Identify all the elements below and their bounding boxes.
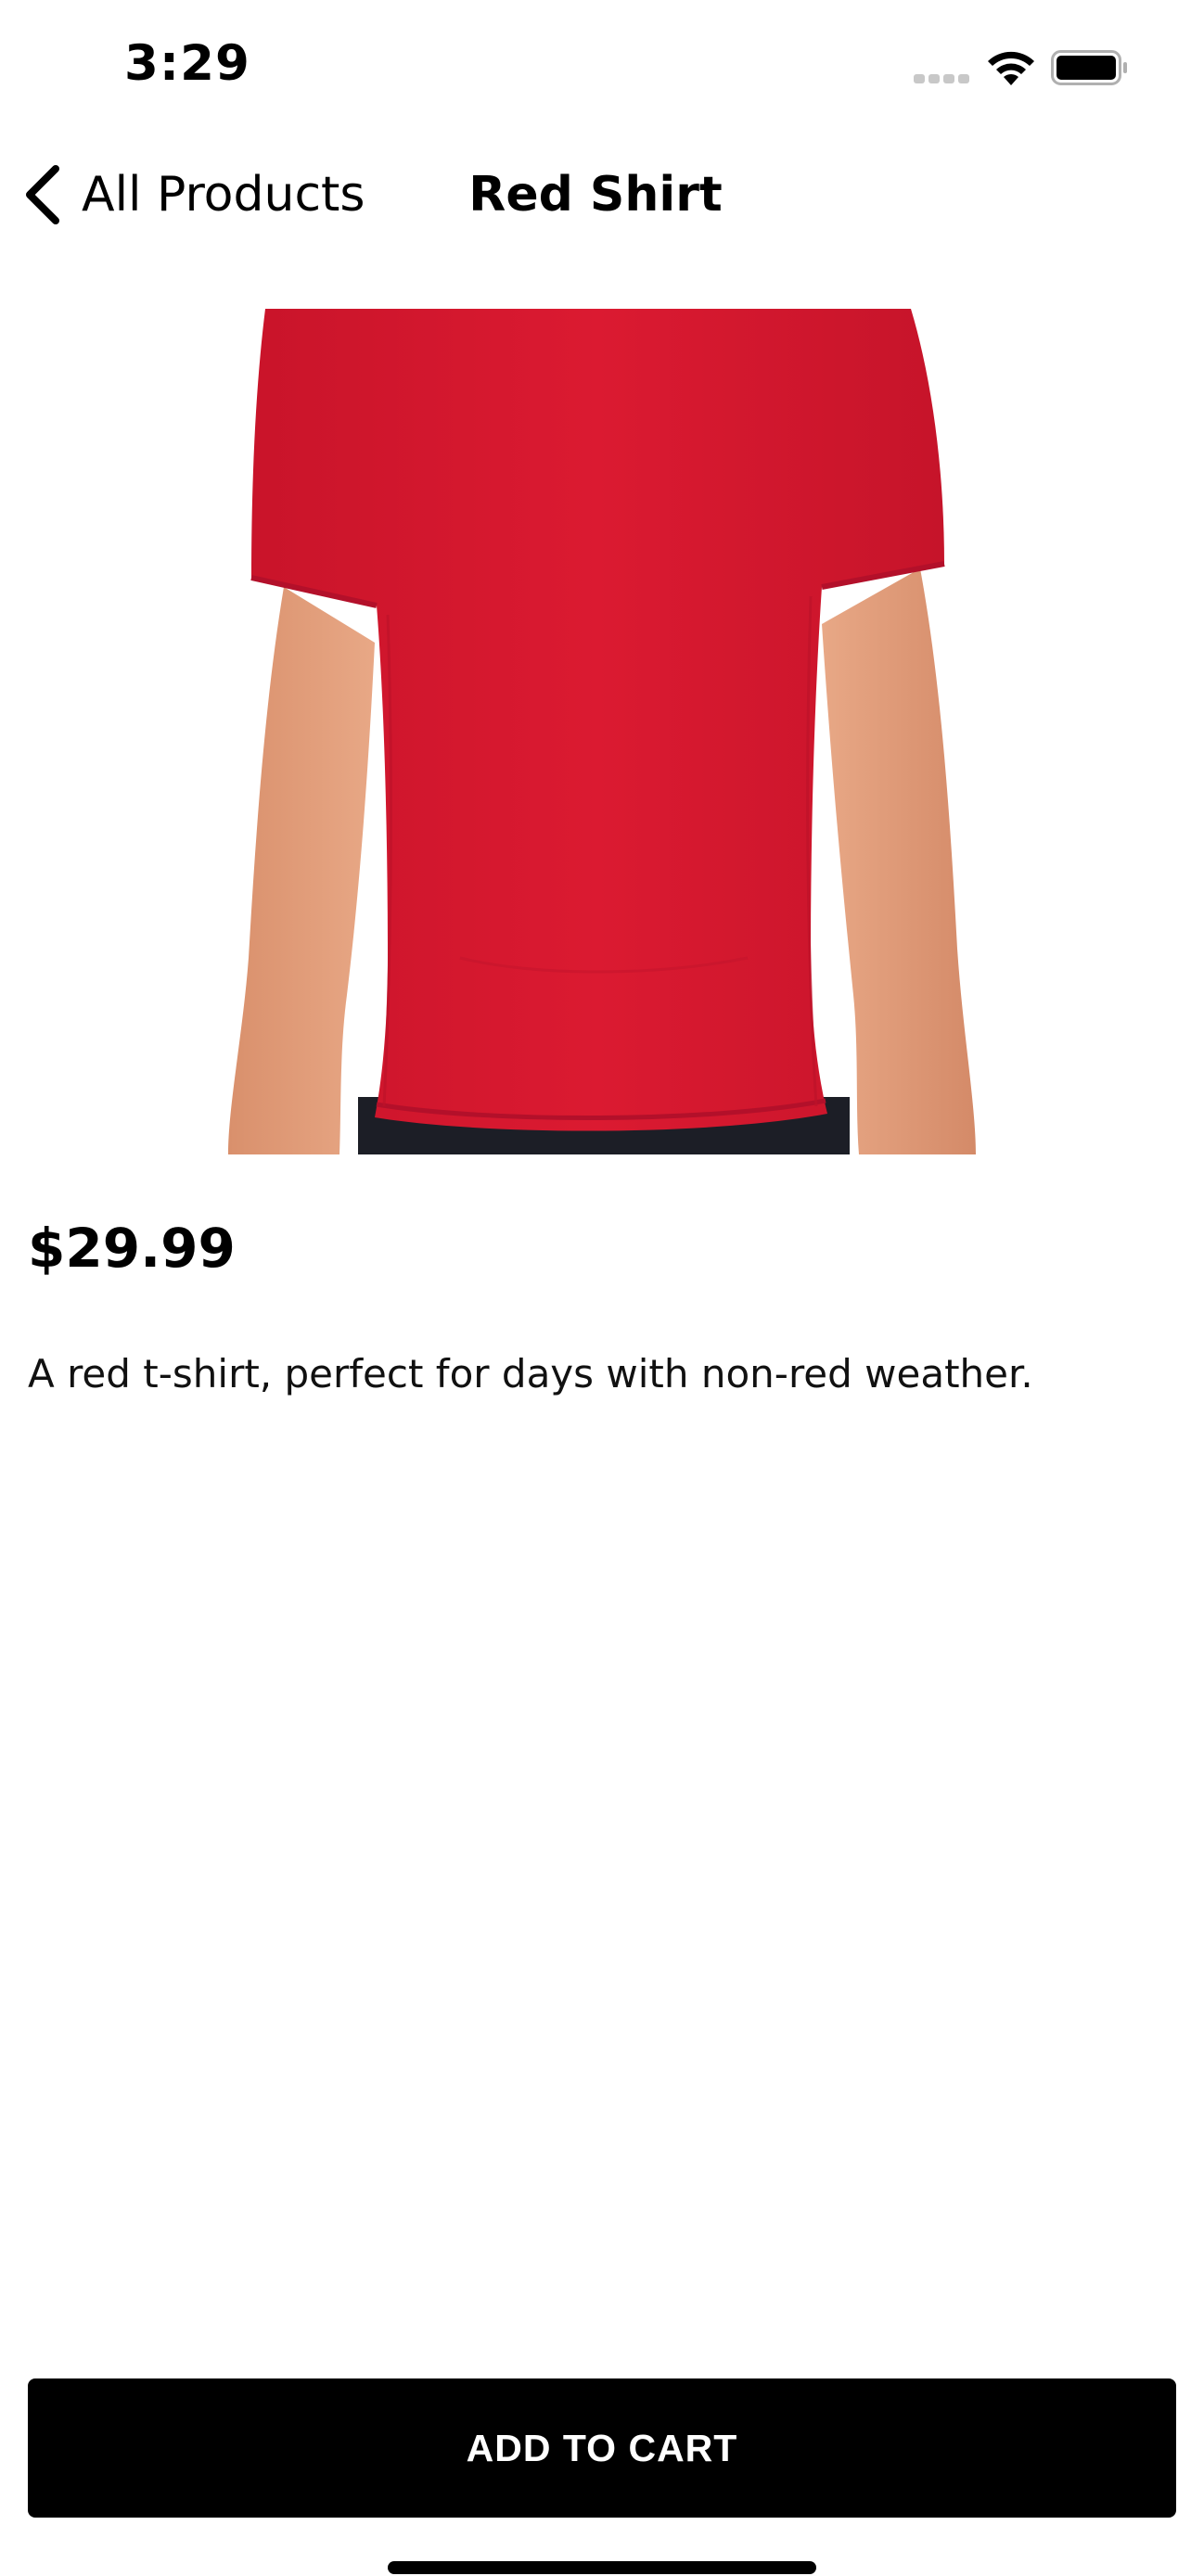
- status-time: 3:29: [124, 35, 250, 92]
- battery-icon: [1051, 50, 1127, 85]
- back-button[interactable]: All Products: [19, 158, 365, 232]
- product-description: A red t-shirt, perfect for days with non…: [28, 1351, 1033, 1396]
- cellular-signal-icon: [914, 74, 971, 83]
- add-to-cart-button[interactable]: ADD TO CART: [28, 2378, 1176, 2518]
- product-price: $29.99: [28, 1217, 236, 1280]
- navigation-bar: All Products Red Shirt: [0, 130, 1191, 260]
- chevron-left-icon: [26, 165, 59, 224]
- wifi-icon: [988, 51, 1034, 85]
- home-indicator: [388, 2561, 816, 2574]
- product-image: [228, 309, 976, 1154]
- status-bar: 3:29: [0, 0, 1191, 130]
- back-label: All Products: [82, 167, 365, 223]
